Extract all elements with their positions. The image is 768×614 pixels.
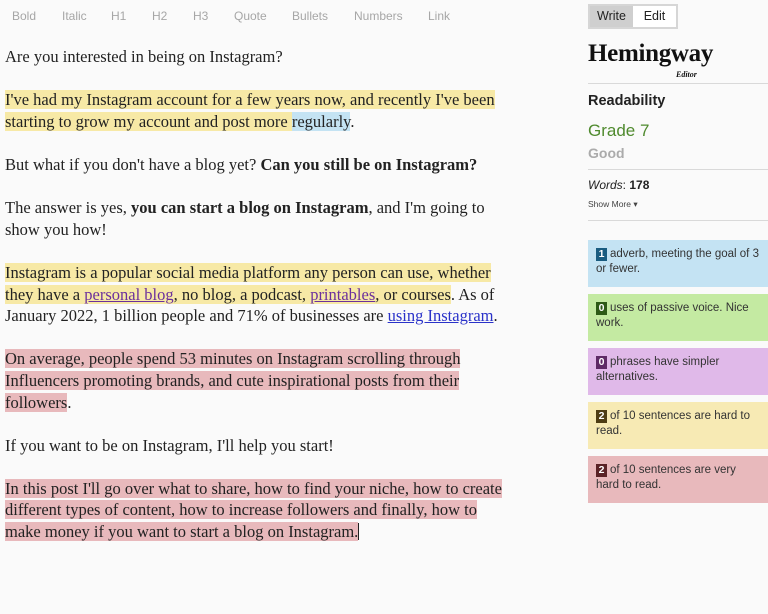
- using-instagram-link[interactable]: using Instagram: [388, 306, 494, 325]
- text-editor[interactable]: Are you interested in being on Instagram…: [5, 46, 505, 564]
- toolbar-h2-button[interactable]: H2: [152, 9, 167, 23]
- text-cursor: [358, 523, 360, 541]
- sidebar: Write Edit Hemingway Editor Readability …: [588, 0, 768, 614]
- very-hard-count-badge: 2: [596, 464, 607, 477]
- passive-count-badge: 0: [596, 302, 607, 315]
- simpler-phrases-card: 0 phrases have simpler alternatives.: [588, 348, 768, 395]
- toolbar-bold-button[interactable]: Bold: [12, 9, 36, 23]
- printables-link[interactable]: printables: [310, 285, 375, 304]
- sentence-text: , or courses: [375, 284, 451, 304]
- adverb-highlight: regularly: [291, 111, 351, 131]
- toolbar-quote-button[interactable]: Quote: [234, 9, 267, 23]
- card-text: phrases have simpler alternatives.: [596, 356, 720, 383]
- toolbar-numbers-button[interactable]: Numbers: [354, 9, 403, 23]
- sentence-text: I've had my Instagram account for a few …: [5, 90, 495, 131]
- paragraph: If you want to be on Instagram, I'll hel…: [5, 435, 505, 457]
- sentence: If you want to be on Instagram, I'll hel…: [5, 435, 334, 455]
- divider: [588, 83, 768, 84]
- card-text: uses of passive voice. Nice work.: [596, 302, 749, 329]
- card-text: of 10 sentences are hard to read.: [596, 410, 751, 437]
- write-mode-button[interactable]: Write: [590, 6, 633, 27]
- grade-level: Grade 7: [588, 121, 650, 140]
- readability-heading: Readability: [588, 93, 666, 109]
- bold-text: Can you still be on Instagram?: [260, 154, 478, 174]
- very-hard-sentences-card: 2 of 10 sentences are very hard to read.: [588, 456, 768, 503]
- hard-count-badge: 2: [596, 410, 607, 423]
- paragraph: Are you interested in being on Instagram…: [5, 46, 505, 68]
- word-count-label: Words: [588, 178, 623, 192]
- hard-sentence-highlight: Instagram is a popular social media plat…: [5, 262, 491, 304]
- toolbar-link-button[interactable]: Link: [428, 9, 450, 23]
- edit-mode-button[interactable]: Edit: [633, 6, 676, 27]
- divider: [588, 169, 768, 170]
- sentence: Are you interested in being on Instagram…: [5, 47, 283, 66]
- toolbar-h3-button[interactable]: H3: [193, 9, 208, 23]
- divider: [588, 220, 768, 221]
- punctuation: .: [350, 111, 355, 131]
- paragraph: But what if you don't have a blog yet? C…: [5, 154, 505, 176]
- personal-blog-link[interactable]: personal blog: [84, 285, 173, 304]
- paragraph: Instagram is a popular social media plat…: [5, 262, 505, 327]
- toolbar-italic-button[interactable]: Italic: [62, 9, 87, 23]
- very-hard-sentence-highlight: On average, people spend 53 minutes on I…: [5, 349, 461, 412]
- sentence: The answer is yes,: [5, 198, 132, 218]
- sentence: But what if you don't have a blog yet?: [5, 154, 261, 174]
- word-count-value: 178: [629, 178, 650, 192]
- adverb-card: 1 adverb, meeting the goal of 3 or fewer.: [588, 240, 768, 287]
- punctuation: .: [493, 306, 498, 326]
- passive-voice-card: 0 uses of passive voice. Nice work.: [588, 294, 768, 341]
- grade-description: Good: [588, 145, 625, 161]
- paragraph: On average, people spend 53 minutes on I…: [5, 348, 505, 413]
- formatting-toolbar: Bold Italic H1 H2 H3 Quote Bullets Numbe…: [0, 0, 580, 32]
- word-count: Words: 178: [588, 178, 650, 192]
- toolbar-h1-button[interactable]: H1: [111, 9, 126, 23]
- logo-subtitle: Editor: [676, 70, 697, 79]
- hemingway-logo: Hemingway: [588, 40, 714, 67]
- punctuation: .: [67, 392, 72, 412]
- toolbar-bullets-button[interactable]: Bullets: [292, 9, 328, 23]
- card-text: of 10 sentences are very hard to read.: [596, 464, 736, 491]
- card-text: adverb, meeting the goal of 3 or fewer.: [596, 248, 759, 275]
- bold-text: you can start a blog on Instagram: [131, 198, 369, 218]
- hard-sentence-highlight: I've had my Instagram account for a few …: [5, 90, 495, 131]
- mode-toggle: Write Edit: [588, 4, 678, 29]
- paragraph: The answer is yes, you can start a blog …: [5, 197, 505, 240]
- hard-sentences-card: 2 of 10 sentences are hard to read.: [588, 402, 768, 449]
- very-hard-sentence-highlight: In this post I'll go over what to share,…: [5, 478, 502, 542]
- simpler-count-badge: 0: [596, 356, 607, 369]
- paragraph: In this post I'll go over what to share,…: [5, 478, 505, 543]
- adverb-count-badge: 1: [596, 248, 607, 261]
- paragraph: I've had my Instagram account for a few …: [5, 89, 505, 132]
- show-more-button[interactable]: Show More ▾: [588, 199, 638, 210]
- sentence-text: , no blog, a podcast,: [173, 284, 311, 304]
